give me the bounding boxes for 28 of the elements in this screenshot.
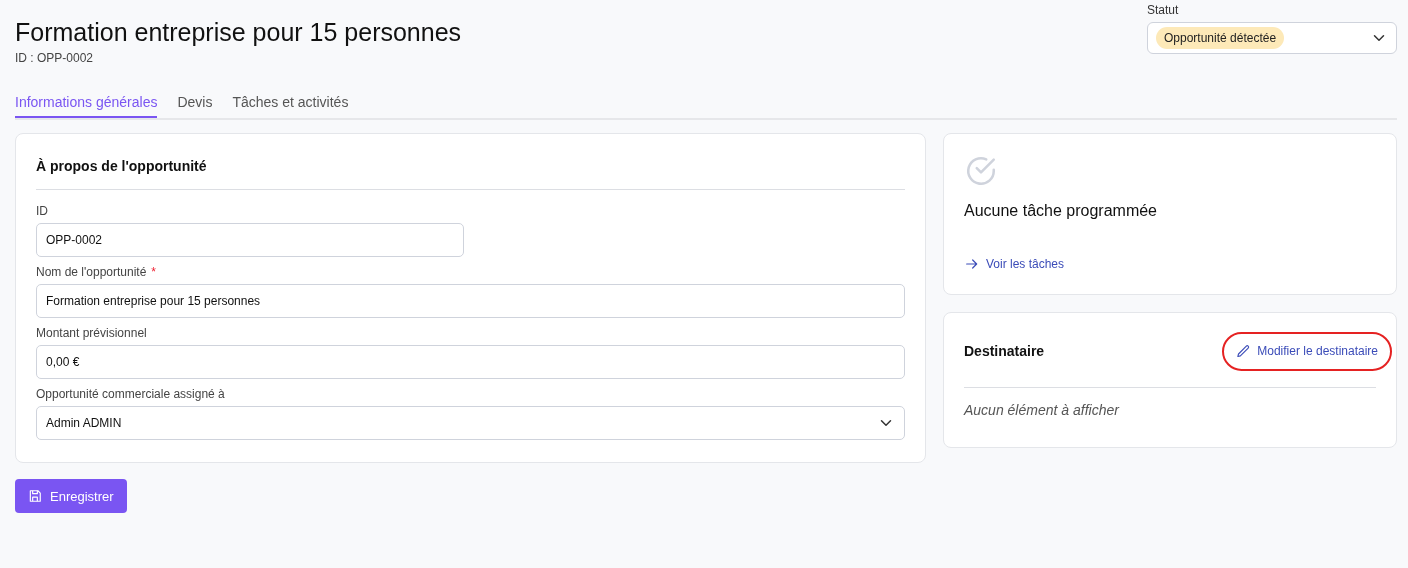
arrow-right-icon [964,256,980,272]
input-field[interactable]: Formation entreprise pour 15 personnes [36,284,905,318]
section-title: Destinataire [964,343,1045,359]
view-tasks-link[interactable]: Voir les tâches [964,256,1065,272]
page-title: Formation entreprise pour 15 personnes [15,17,462,47]
empty-message: Aucune tâche programmée [964,202,1158,220]
tab[interactable]: Informations générales [15,88,158,118]
status-dropdown[interactable]: Opportunité détectée [1147,22,1397,54]
field-label: Opportunité commerciale assigné à [36,387,225,401]
tab[interactable]: Devis [177,88,213,118]
edit-recipient-link[interactable]: Modifier le destinataire [1222,331,1392,371]
tab[interactable]: Tâches et activités [232,88,349,118]
field-label: ID [36,204,48,218]
field-label: Statut [1147,3,1180,17]
input-field[interactable]: 0,00 € [36,345,905,379]
required-asterisk: * [151,265,157,279]
input-field[interactable]: OPP-0002 [36,223,464,257]
field-label: Nom de l'opportunité [36,265,147,279]
check-circle-icon [964,154,998,188]
save-button[interactable]: Enregistrer [15,479,127,513]
pencil-icon [1236,343,1252,359]
select-field[interactable]: Admin ADMIN [36,406,905,440]
field-label: Montant prévisionnel [36,326,147,340]
section-title: À propos de l'opportunité [36,157,208,176]
record-id: ID : OPP-0002 [15,51,95,65]
select-value: Admin ADMIN [46,416,122,430]
empty-message: Aucun élément à afficher [964,402,1121,418]
status-badge: Opportunité détectée [1156,27,1285,49]
